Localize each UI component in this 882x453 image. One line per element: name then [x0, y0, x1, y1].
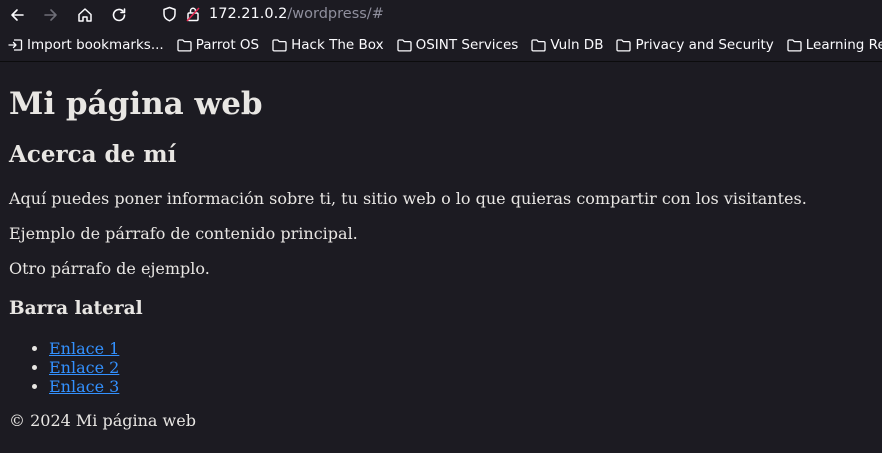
folder-icon [531, 38, 546, 52]
bookmark-import[interactable]: Import bookmarks... [8, 37, 164, 53]
insecure-lock-icon[interactable] [186, 6, 200, 22]
bookmarks-toolbar: Import bookmarks... Parrot OS Hack The Box… [0, 29, 882, 62]
link-enlace-2[interactable]: Enlace 2 [49, 358, 119, 377]
folder-icon [396, 38, 412, 52]
folder-icon [787, 38, 802, 52]
bookmark-folder[interactable]: Parrot OS [177, 37, 259, 53]
link-enlace-3[interactable]: Enlace 3 [49, 377, 119, 396]
footer-text: © 2024 Mi página web [9, 411, 196, 430]
url-host: 172.21.0.2 [209, 6, 288, 22]
link-enlace-1[interactable]: Enlace 1 [49, 339, 119, 358]
url-path: /wordpress/# [287, 6, 384, 22]
home-button[interactable] [68, 0, 102, 29]
bookmark-label: Privacy and Security [635, 37, 774, 53]
page-title: Mi página web [9, 86, 263, 122]
bookmark-label: Vuln DB [550, 37, 604, 53]
bookmark-label: Hack The Box [291, 37, 384, 53]
import-icon [8, 39, 23, 51]
folder-icon [616, 38, 632, 52]
sidebar-link-list: Enlace 1 Enlace 2 Enlace 3 [9, 339, 882, 396]
shield-icon[interactable] [162, 6, 177, 22]
bookmark-label: Parrot OS [195, 37, 260, 53]
page-content: Mi página web Acerca de mí Aquí puedes p… [0, 62, 882, 431]
sidebar-heading: Barra lateral [9, 298, 143, 319]
content-paragraph: Ejemplo de párrafo de contenido principa… [9, 224, 358, 243]
reload-icon [112, 7, 126, 21]
bookmark-folder[interactable]: Vuln DB [531, 37, 603, 53]
arrow-right-icon [44, 8, 57, 21]
bookmark-folder[interactable]: Hack The Box [272, 37, 384, 53]
list-item: Enlace 2 [49, 358, 882, 377]
list-item: Enlace 3 [49, 377, 882, 396]
forward-button[interactable] [34, 0, 68, 29]
bookmark-folder[interactable]: Learning Re [787, 37, 882, 53]
list-item: Enlace 1 [49, 339, 882, 358]
home-icon [78, 7, 92, 22]
url-text[interactable]: 172.21.0.2/wordpress/# [209, 6, 384, 22]
bookmark-label: Import bookmarks... [27, 37, 164, 53]
content-paragraph-2: Otro párrafo de ejemplo. [9, 259, 210, 278]
folder-icon [177, 38, 192, 52]
bookmark-label: Learning Re [805, 37, 882, 53]
intro-paragraph: Aquí puedes poner información sobre ti, … [9, 189, 807, 208]
folder-icon [272, 38, 287, 52]
back-button[interactable] [0, 0, 34, 29]
bookmark-folder[interactable]: OSINT Services [396, 37, 519, 53]
bookmark-label: OSINT Services [415, 37, 519, 53]
reload-button[interactable] [102, 0, 136, 29]
browser-toolbar: 172.21.0.2/wordpress/# [0, 0, 882, 29]
about-heading: Acerca de mí [9, 141, 177, 168]
bookmark-folder[interactable]: Privacy and Security [616, 37, 774, 53]
arrow-left-icon [11, 8, 24, 21]
address-bar[interactable]: 172.21.0.2/wordpress/# [152, 0, 882, 28]
